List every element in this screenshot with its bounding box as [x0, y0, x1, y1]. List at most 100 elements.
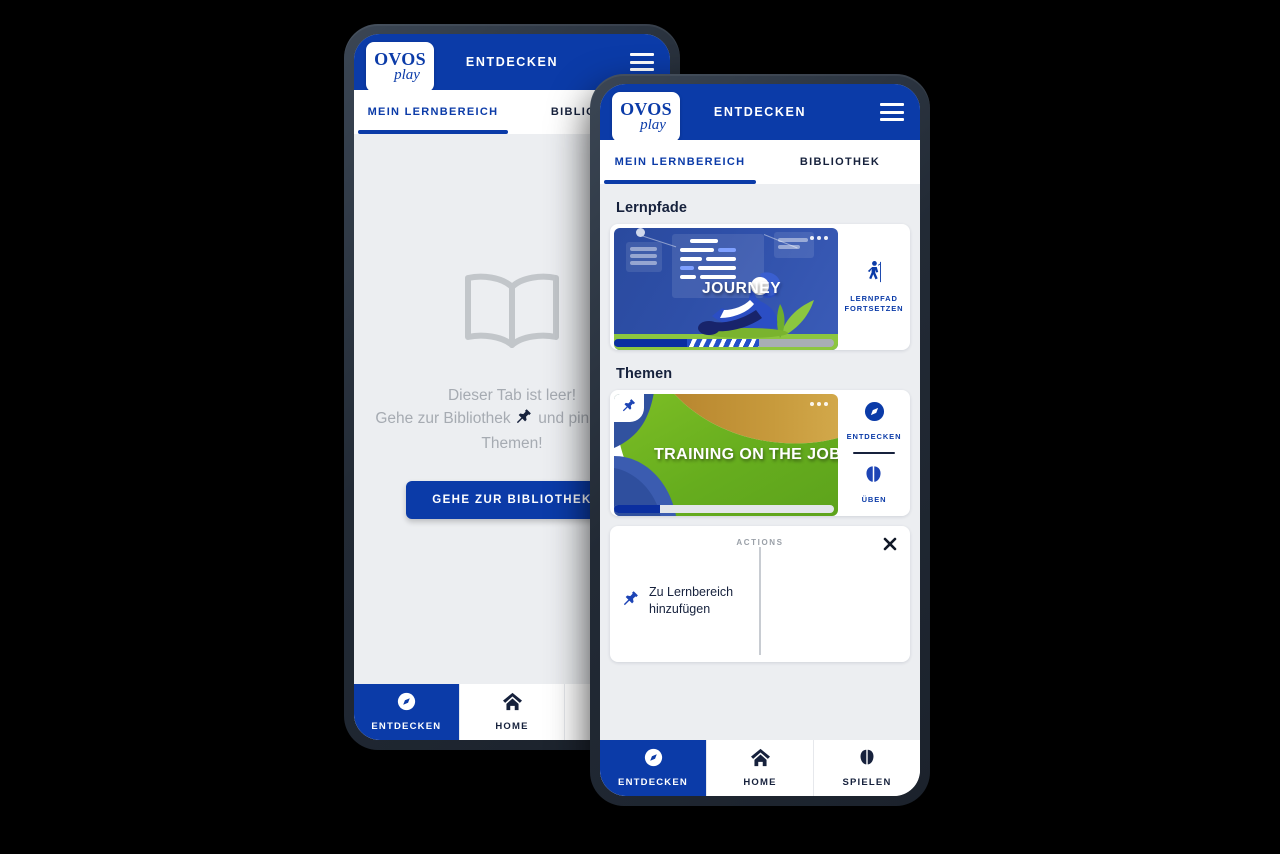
hamburger-bar: [630, 60, 654, 64]
actions-panel-heading: ACTIONS: [736, 538, 784, 547]
progress-in-progress: [686, 339, 760, 347]
open-book-icon: [460, 271, 564, 358]
hamburger-bar: [880, 110, 904, 114]
pushpin-icon: [622, 398, 636, 418]
deco-line: [630, 247, 657, 251]
phone-mockup-front: OVOS play ENTDECKEN MEIN LERNBEREICH BIB…: [590, 74, 930, 806]
nav-label: ENTDECKEN: [371, 721, 442, 732]
app-title-back: ENTDECKEN: [465, 55, 559, 69]
nav-label: HOME: [743, 777, 777, 788]
nav-label: SPIELEN: [842, 777, 892, 788]
label-line-2: FORTSETZEN: [844, 304, 904, 313]
dot: [810, 402, 814, 406]
app-header-front: OVOS play ENTDECKEN: [600, 84, 920, 142]
hamburger-bar: [630, 68, 654, 71]
hiker-icon: [863, 260, 885, 289]
hamburger-bar: [630, 53, 654, 56]
screenshot-stage: OVOS play ENTDECKEN MEIN LERNBEREICH BIB…: [0, 0, 1280, 854]
close-icon[interactable]: [882, 536, 898, 552]
pushpin-icon: [516, 408, 532, 432]
section-heading-lernpfade: Lernpfade: [616, 200, 687, 216]
card-media-wrapper: TRAINING ON THE JOB: [610, 390, 838, 516]
hamburger-bar: [880, 118, 904, 121]
deco-line: [690, 239, 718, 243]
brain-icon: [857, 748, 877, 772]
action-item-label: Zu Lernbereich hinzufügen: [649, 585, 734, 616]
topic-card[interactable]: TRAINING ON THE JOB ENTDECKEN ÜBEN: [610, 390, 910, 516]
card-title-training: TRAINING ON THE JOB: [654, 446, 838, 463]
home-icon: [750, 748, 771, 772]
dot: [824, 236, 828, 240]
dot: [824, 402, 828, 406]
logo-wordmark-ovos: OVOS: [620, 99, 672, 120]
more-options-icon[interactable]: [810, 236, 828, 240]
continue-learning-path-button[interactable]: LERNPFAD FORTSETZEN: [845, 260, 904, 314]
actions-panel: ACTIONS Zu Lernbereich hinzufügen: [610, 526, 910, 662]
deco-line: [630, 261, 657, 265]
empty-line-3: Themen!: [481, 435, 543, 453]
hamburger-menu-icon[interactable]: [880, 103, 904, 121]
nav-item-home-back[interactable]: HOME: [460, 684, 566, 740]
action-divider: [853, 452, 895, 454]
topic-progress-bar: [614, 505, 834, 513]
tab-bibliothek-front[interactable]: BIBLIOTHEK: [760, 140, 920, 184]
empty-line-1: Dieser Tab ist leer!: [447, 386, 577, 404]
progress-completed: [614, 505, 661, 513]
progress-completed: [614, 339, 687, 347]
logo-wordmark-play: play: [394, 67, 420, 84]
empty-line-2-before: Gehe zur Bibliothek: [375, 409, 511, 427]
bottom-nav-front: ENTDECKEN HOME SPIELEN: [600, 740, 920, 796]
hamburger-bar: [880, 103, 904, 106]
more-options-icon[interactable]: [810, 402, 828, 406]
section-heading-themen: Themen: [616, 366, 673, 382]
nav-item-entdecken-back[interactable]: ENTDECKEN: [354, 684, 460, 740]
phone-screen-front: OVOS play ENTDECKEN MEIN LERNBEREICH BIB…: [600, 84, 920, 796]
learning-path-progress-bar: [614, 339, 834, 347]
topic-ueben-label: ÜBEN: [861, 495, 887, 504]
topic-entdecken-label: ENTDECKEN: [846, 431, 902, 441]
nav-label: HOME: [495, 721, 529, 732]
dot: [817, 236, 821, 240]
logo-wordmark-play: play: [640, 117, 666, 134]
nav-label: ENTDECKEN: [618, 777, 688, 788]
actions-panel-body: Zu Lernbereich hinzufügen: [610, 547, 910, 655]
deco-line: [680, 275, 696, 279]
dot: [810, 236, 814, 240]
topic-card-actions: ENTDECKEN ÜBEN: [838, 390, 910, 516]
card-title-journey: JOURNEY: [702, 280, 782, 297]
continue-learning-path-label: LERNPFAD FORTSETZEN: [845, 294, 904, 314]
home-icon: [502, 692, 523, 716]
tab-mein-lernbereich-front[interactable]: MEIN LERNBEREICH: [600, 140, 760, 184]
dot: [817, 402, 821, 406]
deco-line: [630, 254, 657, 258]
ovos-play-logo-front[interactable]: OVOS play: [612, 92, 680, 142]
compass-icon: [397, 692, 416, 716]
card-media-wrapper: JOURNEY: [610, 224, 838, 350]
tab-bar-front: MEIN LERNBEREICH BIBLIOTHEK: [600, 140, 920, 184]
compass-icon: [864, 401, 885, 427]
pushpin-icon: [623, 590, 639, 612]
hamburger-menu-icon[interactable]: [630, 53, 654, 71]
content-area-front: Lernpfade JOURNEY LERNPFAD FORTSETZEN Th…: [600, 184, 920, 740]
nav-item-home-front[interactable]: HOME: [707, 740, 814, 796]
nav-item-spielen-front[interactable]: SPIELEN: [814, 740, 920, 796]
pinned-badge[interactable]: [614, 394, 644, 422]
journey-card-media: JOURNEY: [614, 228, 838, 350]
person-illustration: [698, 272, 788, 338]
topic-entdecken-button[interactable]: ENTDECKEN: [847, 401, 902, 442]
topic-card-media: TRAINING ON THE JOB: [614, 394, 838, 516]
compass-icon: [644, 748, 663, 772]
label-line-1: LERNPFAD: [850, 293, 898, 303]
tab-mein-lernbereich-back[interactable]: MEIN LERNBEREICH: [354, 90, 512, 134]
nav-item-entdecken-front[interactable]: ENTDECKEN: [600, 740, 707, 796]
learning-path-card[interactable]: JOURNEY LERNPFAD FORTSETZEN: [610, 224, 910, 350]
go-to-library-button[interactable]: GEHE ZUR BIBLIOTHEK: [406, 481, 618, 520]
deco-line: [680, 248, 714, 252]
app-title-front: ENTDECKEN: [713, 105, 807, 119]
action-item-add-to-lernbereich[interactable]: Zu Lernbereich hinzufügen: [610, 547, 759, 655]
deco-line: [718, 248, 736, 252]
ovos-play-logo-back[interactable]: OVOS play: [366, 42, 434, 92]
topic-ueben-button[interactable]: ÜBEN: [862, 464, 887, 505]
brain-icon: [863, 464, 884, 490]
logo-wordmark-ovos: OVOS: [374, 49, 426, 70]
